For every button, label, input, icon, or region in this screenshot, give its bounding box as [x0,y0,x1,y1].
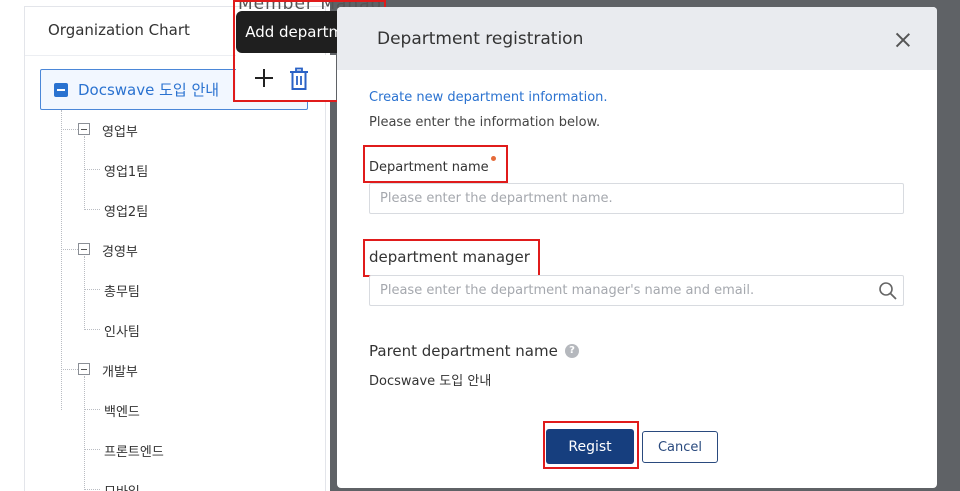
close-icon[interactable] [892,29,914,51]
department-manager-input[interactable] [369,275,904,306]
parent-department-label: Parent department name [369,342,558,360]
tree-team-node[interactable]: 프론트엔드 [25,430,325,470]
search-icon[interactable] [878,281,898,301]
tree-connector [61,369,78,370]
tree-connector [84,169,100,170]
collapse-icon[interactable] [78,363,90,375]
tree-connector [84,289,100,290]
tree-branch-line [84,136,85,210]
highlight-department-name [363,145,508,183]
tree-node-label: 총무팀 [104,285,140,300]
tree-team-node[interactable]: 백엔드 [25,390,325,430]
tree-node-label: 모바일 [104,481,140,491]
tree-root-label: Docswave 도입 안내 [78,81,220,99]
tree-team-node[interactable]: 총무팀 [25,270,325,310]
tree-dept-node[interactable]: 개발부 [25,350,325,390]
tree-node-label: 영업부 [102,125,138,140]
tree-dept-node[interactable]: 경영부 [25,230,325,270]
tree-node-label: 백엔드 [104,405,140,420]
tree-node-label: 경영부 [102,245,138,260]
collapse-icon[interactable] [78,123,90,135]
tree-node-label: 영업1팀 [104,165,149,180]
tree-branch-line [84,376,85,490]
tree-trunk-line [61,110,62,410]
parent-department-value: Docswave 도입 안내 [369,374,492,389]
tree-team-node[interactable]: 인사팀 [25,310,325,350]
collapse-icon[interactable] [78,243,90,255]
intro-text-secondary: Please enter the information below. [369,115,601,130]
tree-branch-line [84,256,85,330]
tree-node-label: 영업2팀 [104,205,149,220]
panel-title: Organization Chart [48,21,190,39]
modal-title: Department registration [377,29,584,49]
tree-connector [84,209,100,210]
highlight-department-manager [363,239,540,277]
highlight-regist [543,421,639,469]
tree-connector [84,329,100,330]
cancel-button[interactable]: Cancel [642,431,718,463]
help-icon[interactable]: ? [565,344,579,358]
department-registration-modal: Department registration Create new depar… [337,7,937,488]
tree-node-label: 인사팀 [104,325,140,340]
collapse-icon[interactable] [54,82,68,97]
tree-connector [84,489,100,490]
tree-connector [61,129,78,130]
tree-connector [84,449,100,450]
tree-node-label: 프론트엔드 [104,445,164,460]
department-name-input[interactable] [369,183,904,214]
tree-connector [61,249,78,250]
tree-node-label: 개발부 [102,365,138,380]
tree-dept-node[interactable]: 영업부 [25,110,325,150]
intro-text-primary: Create new department information. [369,90,608,105]
tree-connector [84,409,100,410]
tree-team-node[interactable]: 영업1팀 [25,150,325,190]
tree-team-node[interactable]: 영업2팀 [25,190,325,230]
tree-team-node[interactable]: 모바일 [25,470,325,491]
